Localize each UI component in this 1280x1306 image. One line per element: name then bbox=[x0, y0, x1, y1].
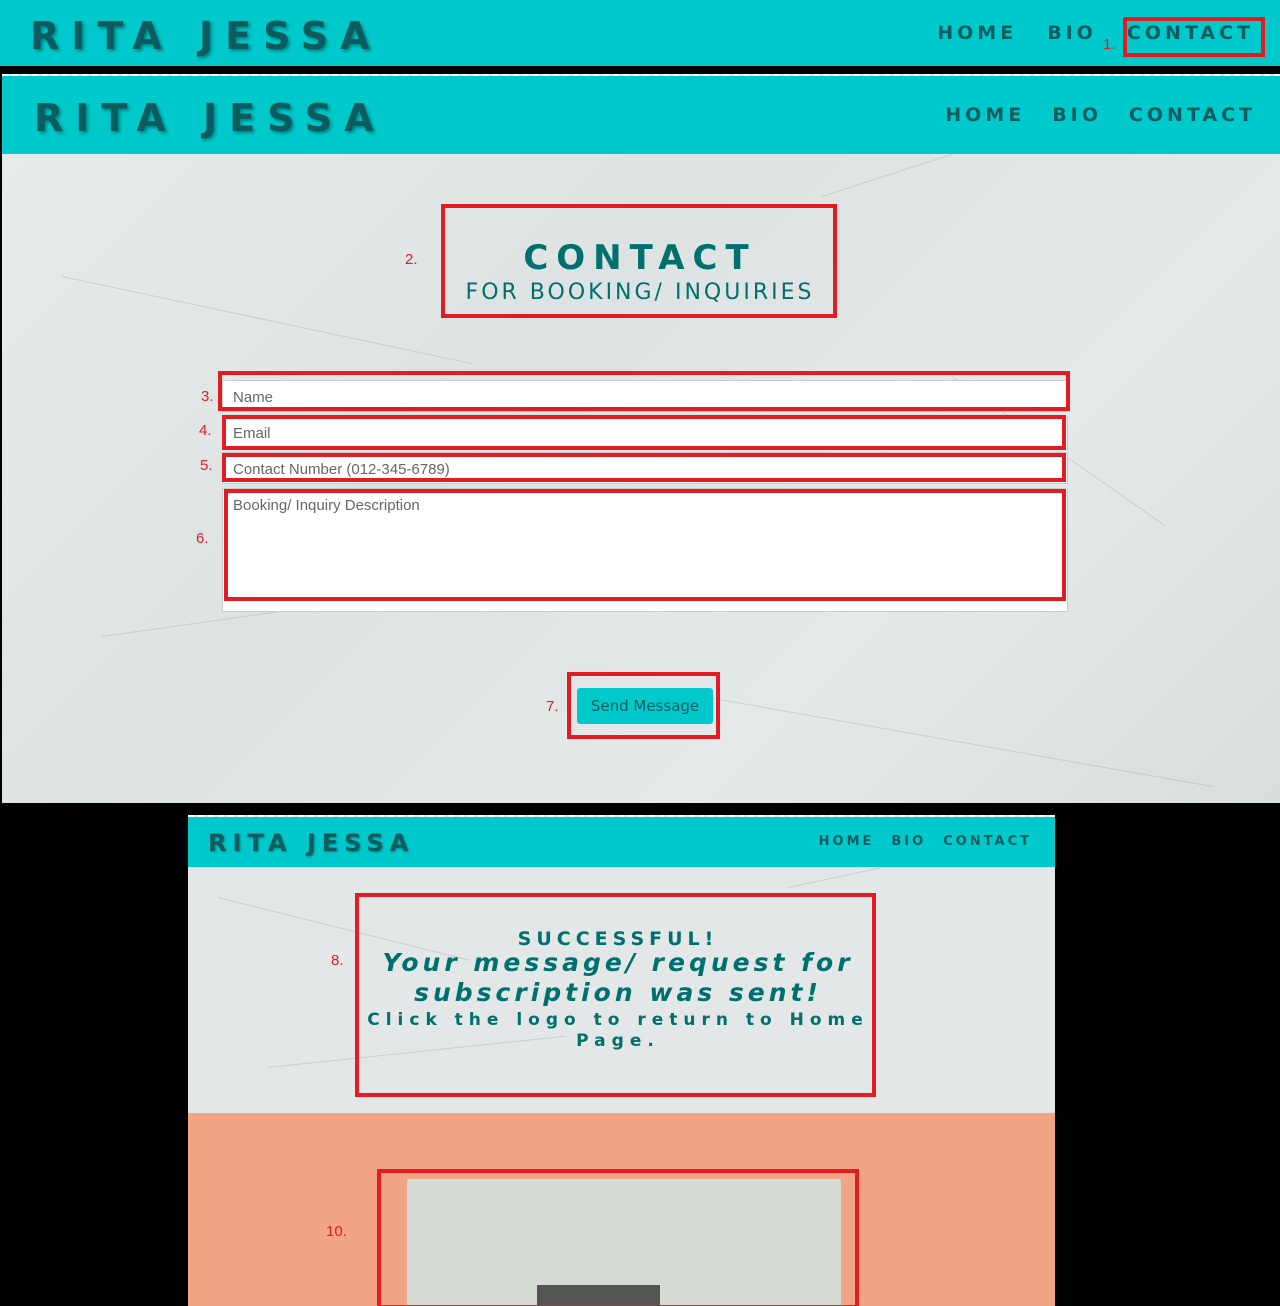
nav-home[interactable]: HOME bbox=[819, 834, 875, 849]
main-nav: HOME BIO CONTACT bbox=[945, 104, 1256, 126]
highlight-box-2 bbox=[441, 204, 837, 318]
nav-contact[interactable]: CONTACT bbox=[943, 834, 1032, 849]
highlight-box-8 bbox=[355, 893, 876, 1097]
highlight-box-10 bbox=[377, 1169, 859, 1306]
nav-contact[interactable]: CONTACT bbox=[1129, 104, 1256, 126]
site-logo[interactable]: RITA JESSA bbox=[208, 829, 414, 857]
highlight-box-6 bbox=[224, 489, 1066, 601]
header-panel-1: RITA JESSA HOME BIO CONTACT bbox=[0, 0, 1280, 66]
nav-home[interactable]: HOME bbox=[945, 104, 1025, 126]
annotation-7: 7. bbox=[546, 698, 559, 715]
highlight-box-7 bbox=[567, 672, 720, 739]
nav-bio[interactable]: BIO bbox=[1047, 22, 1097, 44]
header-panel-3: RITA JESSA HOME BIO CONTACT bbox=[188, 817, 1055, 867]
header-panel-2: RITA JESSA HOME BIO CONTACT bbox=[2, 76, 1280, 154]
annotation-3: 3. bbox=[201, 388, 214, 405]
highlight-box-5 bbox=[222, 453, 1066, 482]
site-logo[interactable]: RITA JESSA bbox=[34, 96, 386, 140]
site-logo[interactable]: RITA JESSA bbox=[30, 14, 382, 58]
annotation-10: 10. bbox=[326, 1223, 347, 1240]
annotation-2: 2. bbox=[405, 251, 418, 268]
nav-bio[interactable]: BIO bbox=[1052, 104, 1102, 126]
nav-bio[interactable]: BIO bbox=[891, 834, 926, 849]
annotation-8: 8. bbox=[331, 952, 344, 969]
annotation-5: 5. bbox=[200, 457, 213, 474]
highlight-box-1 bbox=[1123, 17, 1265, 57]
main-nav: HOME BIO CONTACT bbox=[819, 834, 1032, 849]
highlight-box-3 bbox=[218, 371, 1070, 411]
annotation-6: 6. bbox=[196, 530, 209, 547]
annotation-4: 4. bbox=[199, 422, 212, 439]
nav-home[interactable]: HOME bbox=[937, 22, 1017, 44]
highlight-box-4 bbox=[222, 415, 1066, 450]
annotation-1: 1. bbox=[1103, 36, 1116, 53]
